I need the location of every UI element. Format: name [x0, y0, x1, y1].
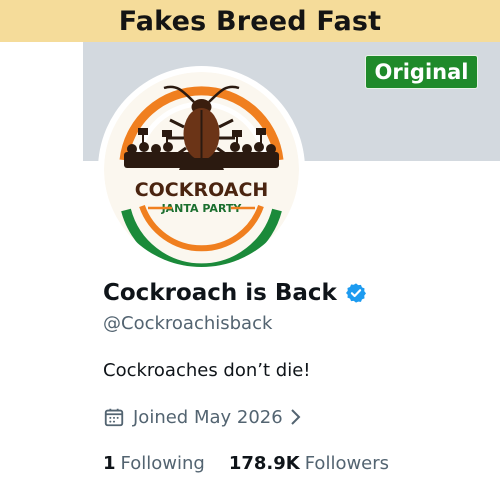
banner-title: Fakes Breed Fast	[0, 0, 500, 42]
verified-badge-icon[interactable]	[345, 282, 367, 304]
profile-bio: Cockroaches don’t die!	[103, 360, 311, 381]
followers-label: Followers	[304, 452, 390, 474]
chevron-right-icon	[290, 409, 301, 425]
joined-date[interactable]: Joined May 2026	[103, 403, 303, 431]
following-link[interactable]: 1 Following	[103, 453, 205, 474]
logo-text-line2: JANTA PARTY	[161, 202, 243, 215]
follow-stats: 1 Following 178.9K Followers	[103, 449, 389, 477]
party-logo: COCKROACH JANTA PARTY	[104, 72, 299, 267]
profile-handle: @Cockroachisback	[103, 313, 273, 334]
joined-text: Joined May 2026	[133, 406, 283, 428]
original-badge: Original	[365, 55, 478, 89]
profile-display-name: Cockroach is Back	[103, 276, 367, 310]
followers-count: 178.9K	[228, 452, 300, 474]
followers-link[interactable]: 178.9K Followers	[229, 453, 389, 474]
following-count: 1	[103, 452, 116, 474]
display-name-text: Cockroach is Back	[103, 280, 337, 306]
avatar[interactable]: COCKROACH JANTA PARTY	[104, 72, 299, 267]
logo-text-line1: COCKROACH	[135, 179, 269, 201]
following-label: Following	[120, 452, 205, 474]
calendar-icon	[104, 408, 124, 427]
